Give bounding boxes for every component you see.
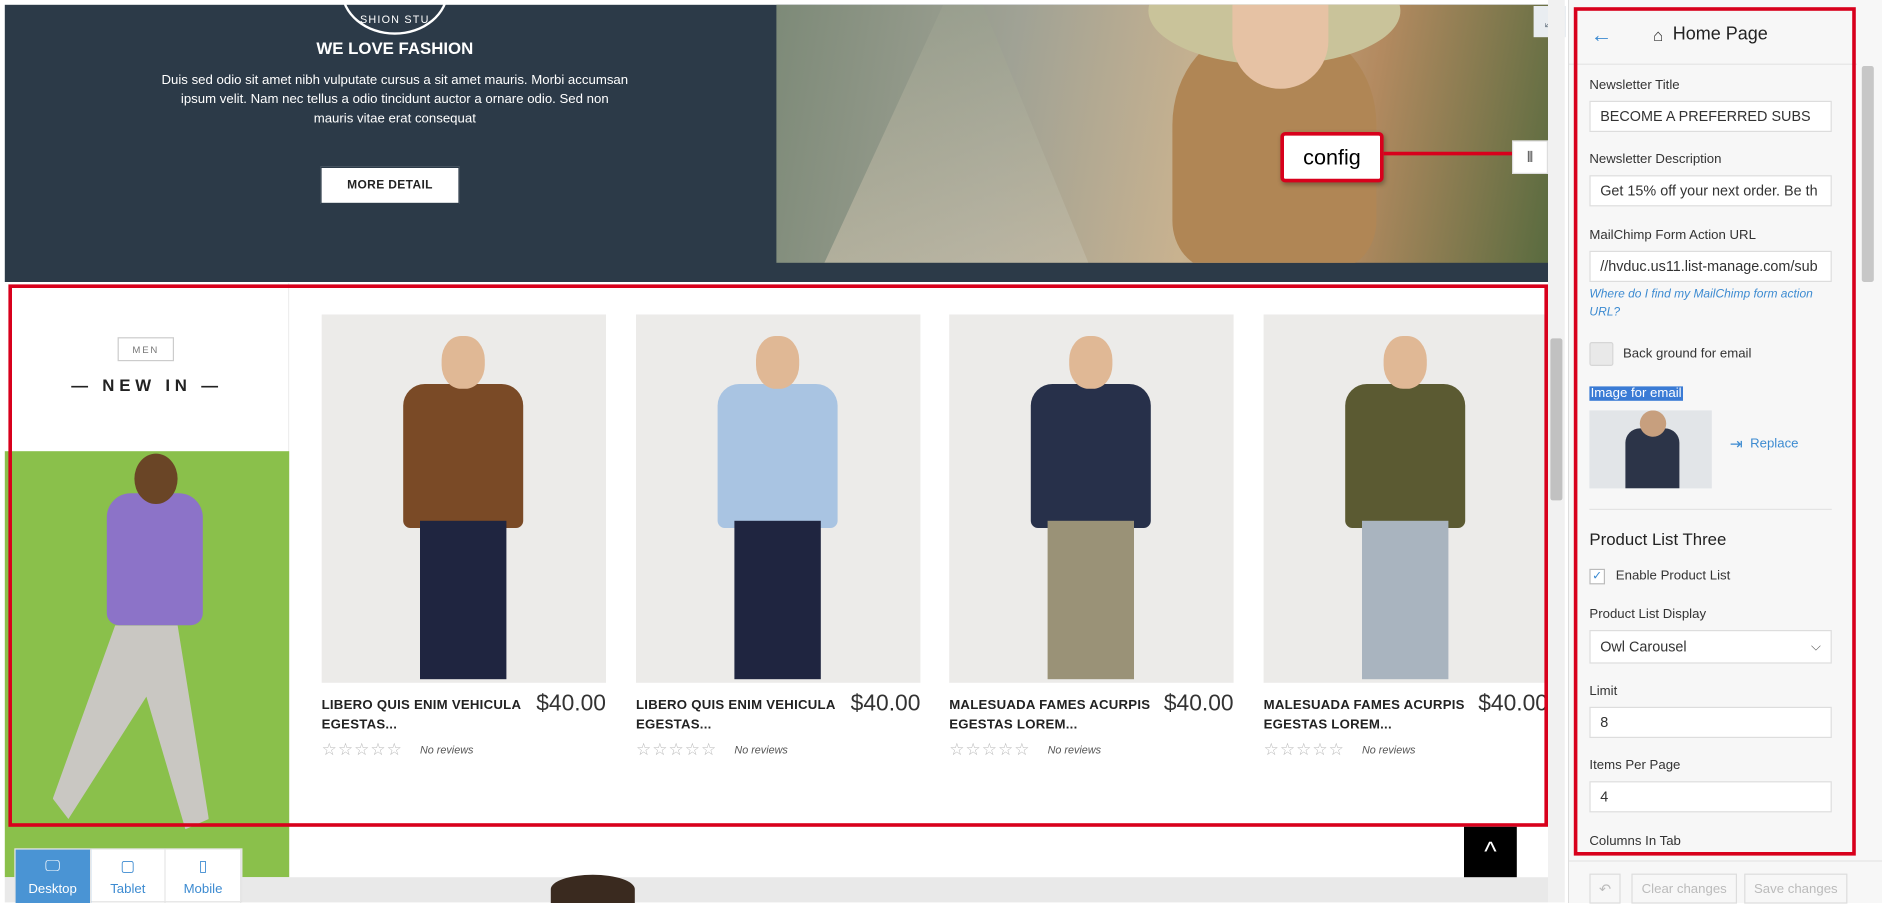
device-tablet-button[interactable]: ▢ Tablet	[91, 849, 167, 903]
items-per-page-label: Items Per Page	[1589, 758, 1681, 773]
panel-scroll-thumb[interactable]	[1861, 66, 1874, 282]
device-label: Mobile	[183, 882, 223, 897]
enable-product-list-checkbox[interactable]: ✓	[1589, 568, 1605, 585]
product-name[interactable]: MALESUADA FAMES ACURPIS EGESTAS LOREM...	[949, 696, 1153, 734]
rating-stars: ☆☆☆☆☆	[636, 739, 718, 759]
product-card[interactable]: LIBERO QUIS ENIM VEHICULA EGESTAS... $40…	[321, 314, 606, 758]
preview-scroll-thumb[interactable]	[1550, 338, 1563, 501]
mailchimp-url-label: MailChimp Form Action URL	[1589, 228, 1756, 243]
product-price: $40.00	[1478, 691, 1549, 717]
replace-label: Replace	[1750, 436, 1799, 452]
clear-changes-button[interactable]: Clear changes	[1631, 873, 1737, 904]
product-price: $40.00	[850, 691, 921, 717]
email-image-thumbnail[interactable]	[1589, 410, 1712, 489]
mobile-icon: ▯	[198, 856, 208, 875]
panel-title: ⌂ Home Page	[1653, 24, 1768, 44]
background-email-checkbox[interactable]	[1589, 342, 1614, 366]
customizer-panel: ← ⌂ Home Page Newsletter Title BECOME A …	[1568, 0, 1882, 904]
save-changes-button[interactable]: Save changes	[1744, 873, 1848, 904]
category-tag: MEN	[117, 337, 174, 362]
image-email-label: Image for email	[1589, 386, 1683, 401]
drag-handle-icon[interactable]: ⫴	[1512, 140, 1549, 174]
rating-stars: ☆☆☆☆☆	[321, 739, 403, 759]
product-carousel: LIBERO QUIS ENIM VEHICULA EGESTAS... $40…	[321, 314, 1549, 818]
back-arrow-icon[interactable]: ←	[1591, 23, 1613, 48]
limit-input[interactable]: 8	[1589, 706, 1832, 738]
items-per-page-input[interactable]: 4	[1589, 781, 1832, 813]
replace-image-button[interactable]: ⇥ Replace	[1730, 434, 1799, 453]
device-switcher: 🖵 Desktop ▢ Tablet ▯ Mobile	[14, 848, 243, 903]
section-title: — NEW IN —	[71, 375, 223, 395]
device-label: Desktop	[28, 882, 77, 897]
rating-stars: ☆☆☆☆☆	[949, 739, 1031, 759]
brand-logo: SHION STU	[340, 0, 449, 35]
review-count: No reviews	[734, 744, 788, 756]
review-count: No reviews	[1362, 744, 1416, 756]
tablet-icon: ▢	[120, 856, 136, 875]
panel-title-text: Home Page	[1672, 24, 1768, 45]
chevron-down-icon: ⌵	[1810, 639, 1821, 654]
mailchimp-help-link[interactable]: Where do I find my MailChimp form action…	[1589, 286, 1829, 322]
site-preview: SHION STU WE LOVE FASHION Duis sed odio …	[0, 0, 1568, 903]
new-in-section: MEN — NEW IN — LIBERO QUIS ENIM VEHICULA…	[4, 283, 1549, 878]
config-callout: config	[1280, 132, 1384, 183]
product-image[interactable]	[636, 314, 921, 683]
product-name[interactable]: MALESUADA FAMES ACURPIS EGESTAS LOREM...	[1264, 696, 1468, 734]
product-image[interactable]	[949, 314, 1234, 683]
section-divider	[1589, 508, 1832, 511]
more-detail-button[interactable]: MORE DETAIL	[320, 166, 460, 205]
banner-photo	[776, 4, 1549, 263]
desktop-icon: 🖵	[45, 856, 61, 875]
enable-product-list-label: Enable Product List	[1615, 568, 1731, 584]
product-card[interactable]: MALESUADA FAMES ACURPIS EGESTAS LOREM...…	[949, 314, 1234, 758]
newsletter-description-input[interactable]: Get 15% off your next order. Be th	[1589, 175, 1832, 207]
undo-icon[interactable]: ↶	[1589, 873, 1621, 904]
device-desktop-button[interactable]: 🖵 Desktop	[15, 849, 91, 903]
newsletter-description-label: Newsletter Description	[1589, 152, 1722, 167]
background-email-label: Back ground for email	[1623, 346, 1752, 362]
panel-footer: ↶ Clear changes Save changes	[1569, 860, 1882, 904]
promo-photo[interactable]	[4, 451, 290, 878]
columns-in-tab-label: Columns In Tab	[1589, 834, 1681, 849]
product-price: $40.00	[536, 691, 606, 717]
product-image[interactable]	[321, 314, 606, 683]
review-count: No reviews	[1047, 744, 1102, 756]
product-price: $40.00	[1163, 691, 1234, 717]
product-list-display-select[interactable]: Owl Carousel ⌵	[1589, 630, 1832, 664]
product-card[interactable]: LIBERO QUIS ENIM VEHICULA EGESTAS... $40…	[636, 314, 921, 758]
mailchimp-url-input[interactable]: //hvduc.us11.list-manage.com/sub	[1589, 250, 1832, 282]
rating-stars: ☆☆☆☆☆	[1263, 739, 1345, 759]
banner-title: WE LOVE FASHION	[316, 38, 474, 58]
newsletter-title-label: Newsletter Title	[1589, 78, 1680, 93]
section-sidebar: MEN — NEW IN —	[4, 283, 290, 878]
limit-label: Limit	[1589, 684, 1618, 699]
product-card[interactable]: MALESUADA FAMES ACURPIS EGESTAS LOREM...…	[1263, 314, 1549, 758]
product-name[interactable]: LIBERO QUIS ENIM VEHICULA EGESTAS...	[322, 696, 526, 734]
product-list-display-label: Product List Display	[1589, 607, 1707, 622]
banner-text: Duis sed odio sit amet nibh vulputate cu…	[161, 73, 629, 127]
newsletter-title-input[interactable]: BECOME A PREFERRED SUBS	[1589, 100, 1832, 132]
back-to-top-button[interactable]: ^	[1464, 826, 1517, 878]
home-icon: ⌂	[1653, 24, 1664, 44]
panel-header: ← ⌂ Home Page	[1569, 7, 1857, 65]
select-value: Owl Carousel	[1600, 638, 1687, 656]
device-mobile-button[interactable]: ▯ Mobile	[166, 849, 242, 903]
device-label: Tablet	[110, 882, 146, 897]
product-name[interactable]: LIBERO QUIS ENIM VEHICULA EGESTAS...	[636, 696, 840, 734]
replace-icon: ⇥	[1729, 434, 1743, 453]
product-image[interactable]	[1263, 314, 1549, 683]
product-list-title: Product List Three	[1589, 529, 1727, 549]
review-count: No reviews	[420, 744, 474, 756]
